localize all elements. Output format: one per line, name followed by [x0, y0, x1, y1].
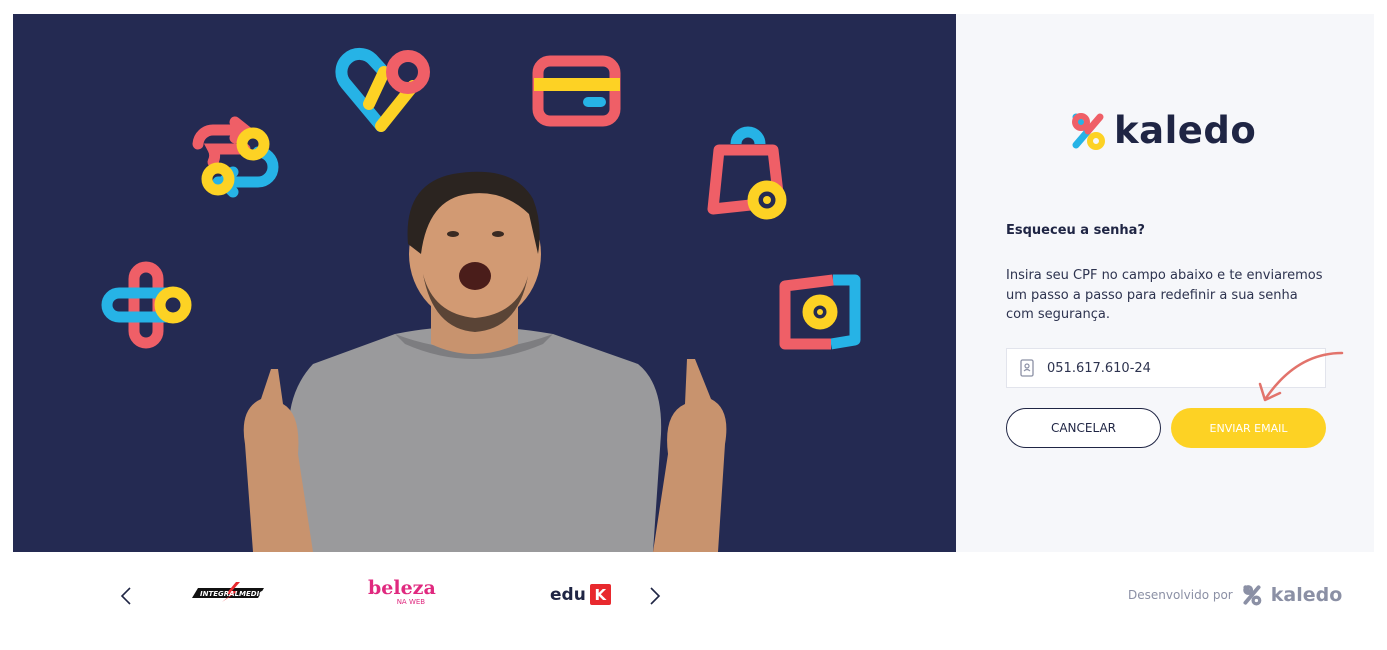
kaledo-footer-logo-icon — [1242, 585, 1262, 606]
heart-icon — [335, 47, 430, 132]
integralmedica-logo: INTEGRALMEDICA — [192, 582, 270, 602]
carousel-prev-button[interactable] — [114, 583, 138, 609]
partner-beleza-sub: NA WEB — [396, 598, 426, 606]
instructions-text: Insira seu CPF no campo abaixo e te envi… — [1006, 268, 1323, 322]
developed-by: Desenvolvido por kaledo — [1128, 584, 1342, 606]
hero-artwork — [101, 47, 861, 552]
partner-logo-beleza[interactable]: beleza NA WEB — [368, 578, 436, 606]
exchange-icon — [192, 116, 279, 198]
chevron-right-icon — [650, 587, 661, 605]
id-card-icon — [1019, 358, 1035, 378]
partner-eduk-text: edu — [550, 584, 586, 605]
chevron-left-icon — [120, 587, 131, 605]
shopping-bag-icon — [707, 126, 787, 220]
send-email-button[interactable]: ENVIAR EMAIL — [1171, 408, 1326, 448]
curved-arrow-icon — [1258, 351, 1344, 402]
developed-by-label: Desenvolvido por — [1128, 588, 1233, 602]
credit-card-icon — [532, 55, 621, 127]
kaledo-logo-icon — [1072, 112, 1105, 150]
partner-eduk-badge: K — [589, 584, 611, 605]
page-title: Esqueceu a senha? — [1006, 223, 1145, 238]
kaledo-logo-text: kaledo — [1114, 109, 1257, 152]
kaledo-logo: kaledo — [1070, 109, 1256, 152]
partner-integral-text: INTEGRALMEDICA — [200, 590, 264, 598]
wallet-icon — [779, 274, 861, 350]
cancel-button[interactable]: CANCELAR — [1006, 408, 1161, 448]
hero-illustration — [13, 14, 956, 552]
forgot-password-panel: kaledo Esqueceu a senha? Insira seu CPF … — [956, 14, 1374, 552]
carousel-next-button[interactable] — [643, 583, 667, 609]
person-photo — [243, 171, 727, 552]
partner-logo-integralmedica[interactable]: INTEGRALMEDICA — [192, 582, 270, 602]
partner-beleza-text: beleza — [368, 577, 436, 599]
kaledo-footer-logo-text: kaledo — [1270, 584, 1343, 606]
health-cross-icon — [101, 261, 192, 349]
partner-logo-eduk[interactable]: edu K — [550, 584, 611, 605]
